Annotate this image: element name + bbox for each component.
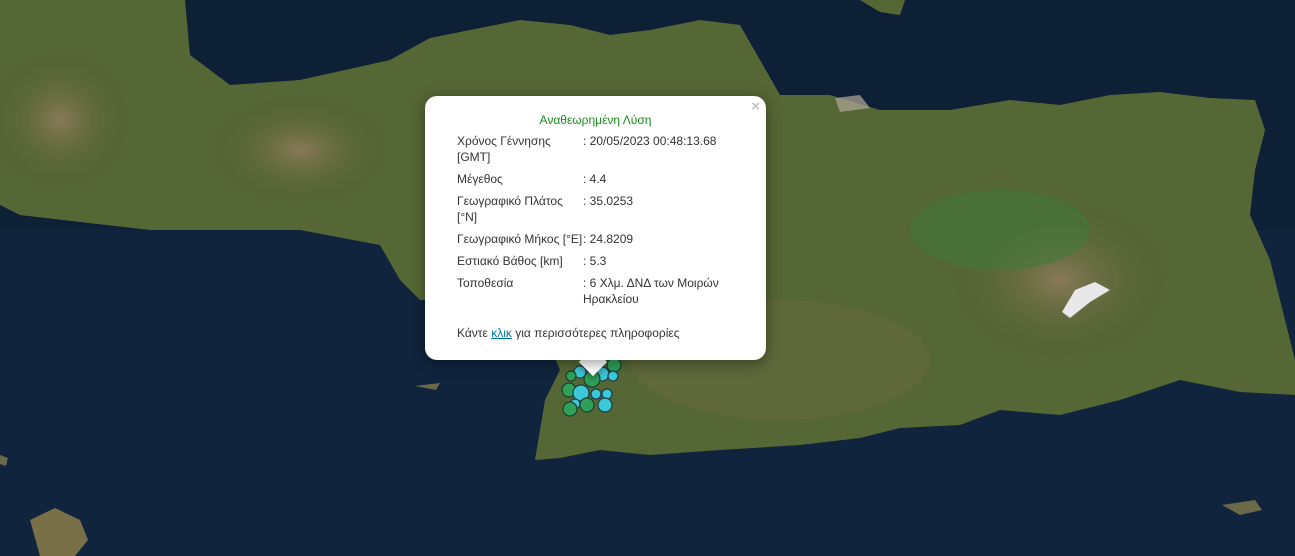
popup-details: Χρόνος Γέννησης [GMT] : 20/05/2023 00:48… [457, 133, 757, 313]
row-label: Γεωγραφικό Μήκος [°E] [457, 232, 583, 246]
earthquake-popup: × Αναθεωρημένη Λύση Χρόνος Γέννησης [GMT… [425, 96, 766, 360]
more-info-suffix: για περισσότερες πληροφορίες [511, 326, 680, 340]
quake-marker[interactable] [606, 357, 622, 373]
row-value: : 35.0253 [583, 194, 634, 208]
location-row: Τοποθεσία : 6 Χλμ. ΔΝΔ των Μοιρών Ηρακλε… [457, 275, 757, 307]
origin-time-row: Χρόνος Γέννησης [GMT] : 20/05/2023 00:48… [457, 133, 757, 165]
plateau [910, 190, 1090, 270]
latitude-row: Γεωγραφικό Πλάτος [°N] : 35.0253 [457, 193, 757, 225]
quake-marker[interactable] [579, 397, 595, 413]
row-label: Μέγεθος [457, 172, 503, 186]
more-info-text: Κάντε κλικ για περισσότερες πληροφορίες [457, 326, 680, 340]
row-label: Γεωγραφικό Πλάτος [°N] [457, 194, 563, 224]
quake-marker[interactable] [601, 388, 613, 400]
more-info-link[interactable]: κλικ [491, 326, 512, 340]
magnitude-row: Μέγεθος : 4.4 [457, 171, 757, 187]
row-value: : 24.8209 [583, 232, 634, 246]
longitude-row: Γεωγραφικό Μήκος [°E] : 24.8209 [457, 231, 757, 247]
quake-marker[interactable] [562, 401, 578, 417]
quake-marker[interactable] [565, 370, 577, 382]
row-label: Χρόνος Γέννησης [GMT] [457, 134, 551, 164]
quake-marker[interactable] [597, 397, 613, 413]
row-value: : 5.3 [583, 254, 607, 268]
quake-marker[interactable] [607, 370, 619, 382]
row-label: Τοποθεσία [457, 276, 514, 290]
row-value: : 20/05/2023 00:48:13.68 [583, 134, 717, 148]
popup-title: Αναθεωρημένη Λύση [539, 113, 652, 127]
mountains-lefka [210, 95, 390, 205]
row-label: Εστιακό Βάθος [km] [457, 254, 563, 268]
quake-marker[interactable] [590, 388, 602, 400]
row-value: : 4.4 [583, 172, 607, 186]
depth-row: Εστιακό Βάθος [km] : 5.3 [457, 253, 757, 269]
more-info-prefix: Κάντε [457, 326, 492, 340]
row-value: : 6 Χλμ. ΔΝΔ των Μοιρών Ηρακλείου [583, 276, 719, 306]
